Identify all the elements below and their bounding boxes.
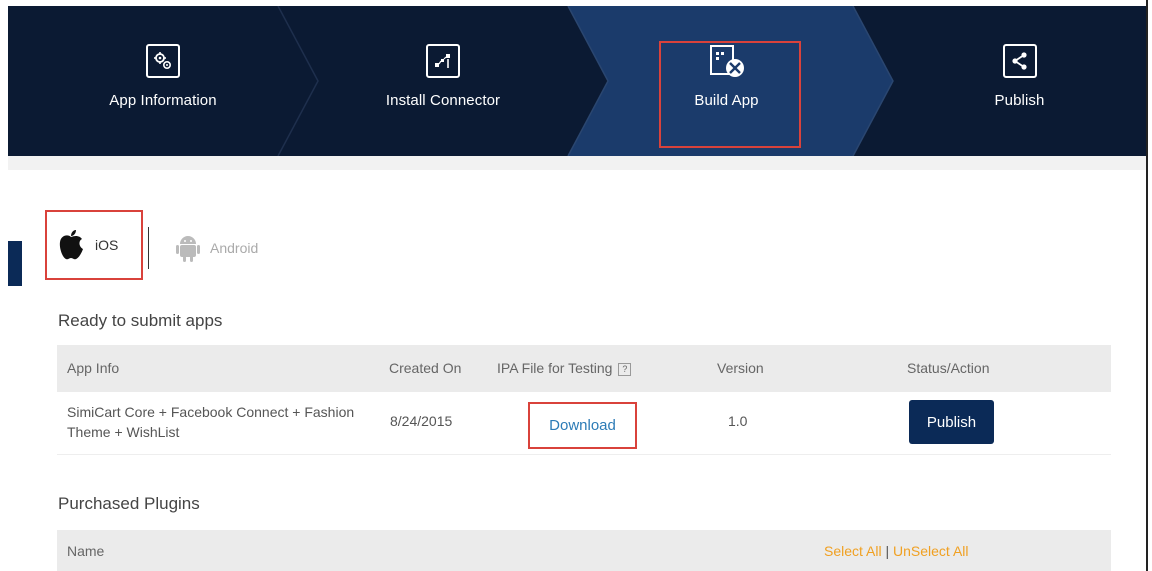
top-border	[0, 0, 1152, 4]
platform-tab-ios[interactable]: iOS	[45, 210, 143, 280]
select-links: Select All | UnSelect All	[824, 543, 969, 559]
download-highlight: Download	[528, 402, 637, 449]
step-build-app[interactable]: Build App	[623, 6, 830, 156]
app-info-line: SimiCart Core + Facebook Connect + Fashi…	[67, 404, 355, 420]
column-header: Version	[717, 360, 764, 376]
step-label: Build App	[694, 92, 759, 109]
platform-divider	[148, 227, 149, 269]
platform-label-ios: iOS	[95, 237, 119, 253]
link-separator: |	[885, 543, 890, 559]
help-icon[interactable]: ?	[618, 363, 632, 376]
connector-icon	[426, 44, 460, 78]
publish-button[interactable]: Publish	[909, 400, 994, 444]
build-tools-icon	[707, 44, 747, 80]
step-app-information[interactable]: App Information	[48, 6, 278, 156]
select-all-link[interactable]: Select All	[824, 543, 882, 559]
step-label: Publish	[994, 92, 1045, 109]
share-icon	[1002, 44, 1037, 78]
unselect-all-link[interactable]: UnSelect All	[893, 543, 968, 559]
side-marker	[8, 241, 22, 286]
column-header: Status/Action	[907, 360, 990, 376]
step-publish[interactable]: Publish	[893, 6, 1146, 156]
step-label: App Information	[109, 92, 217, 109]
plugins-table-header: Name Select All | UnSelect All	[57, 530, 1111, 571]
right-border	[1146, 0, 1148, 571]
app-info-cell: SimiCart Core + Facebook Connect + Fashi…	[67, 402, 354, 442]
platform-label-android: Android	[210, 240, 259, 256]
ready-section-title: Ready to submit apps	[58, 311, 223, 330]
platform-tab-android[interactable]: Android	[176, 228, 258, 268]
column-header: Created On	[389, 360, 462, 376]
step-navigation: App Information Install Connector Build …	[8, 6, 1146, 156]
download-link[interactable]: Download	[549, 417, 616, 434]
column-header-ipa: IPA File for Testing?	[497, 360, 632, 376]
apps-table-header: App Info Created On IPA File for Testing…	[57, 345, 1111, 392]
created-on-cell: 8/24/2015	[390, 413, 453, 429]
step-install-connector[interactable]: Install Connector	[328, 6, 558, 156]
plugins-section-title: Purchased Plugins	[58, 494, 200, 513]
version-cell: 1.0	[728, 413, 748, 429]
gears-icon	[146, 44, 180, 78]
column-header: App Info	[67, 360, 120, 376]
app-info-line: Theme + WishList	[67, 424, 180, 440]
nav-bottom-band	[8, 156, 1146, 170]
android-icon	[176, 236, 200, 262]
apple-icon	[59, 230, 83, 260]
column-header-name: Name	[67, 543, 105, 559]
step-label: Install Connector	[385, 92, 501, 109]
column-header: IPA File for Testing	[497, 360, 613, 376]
